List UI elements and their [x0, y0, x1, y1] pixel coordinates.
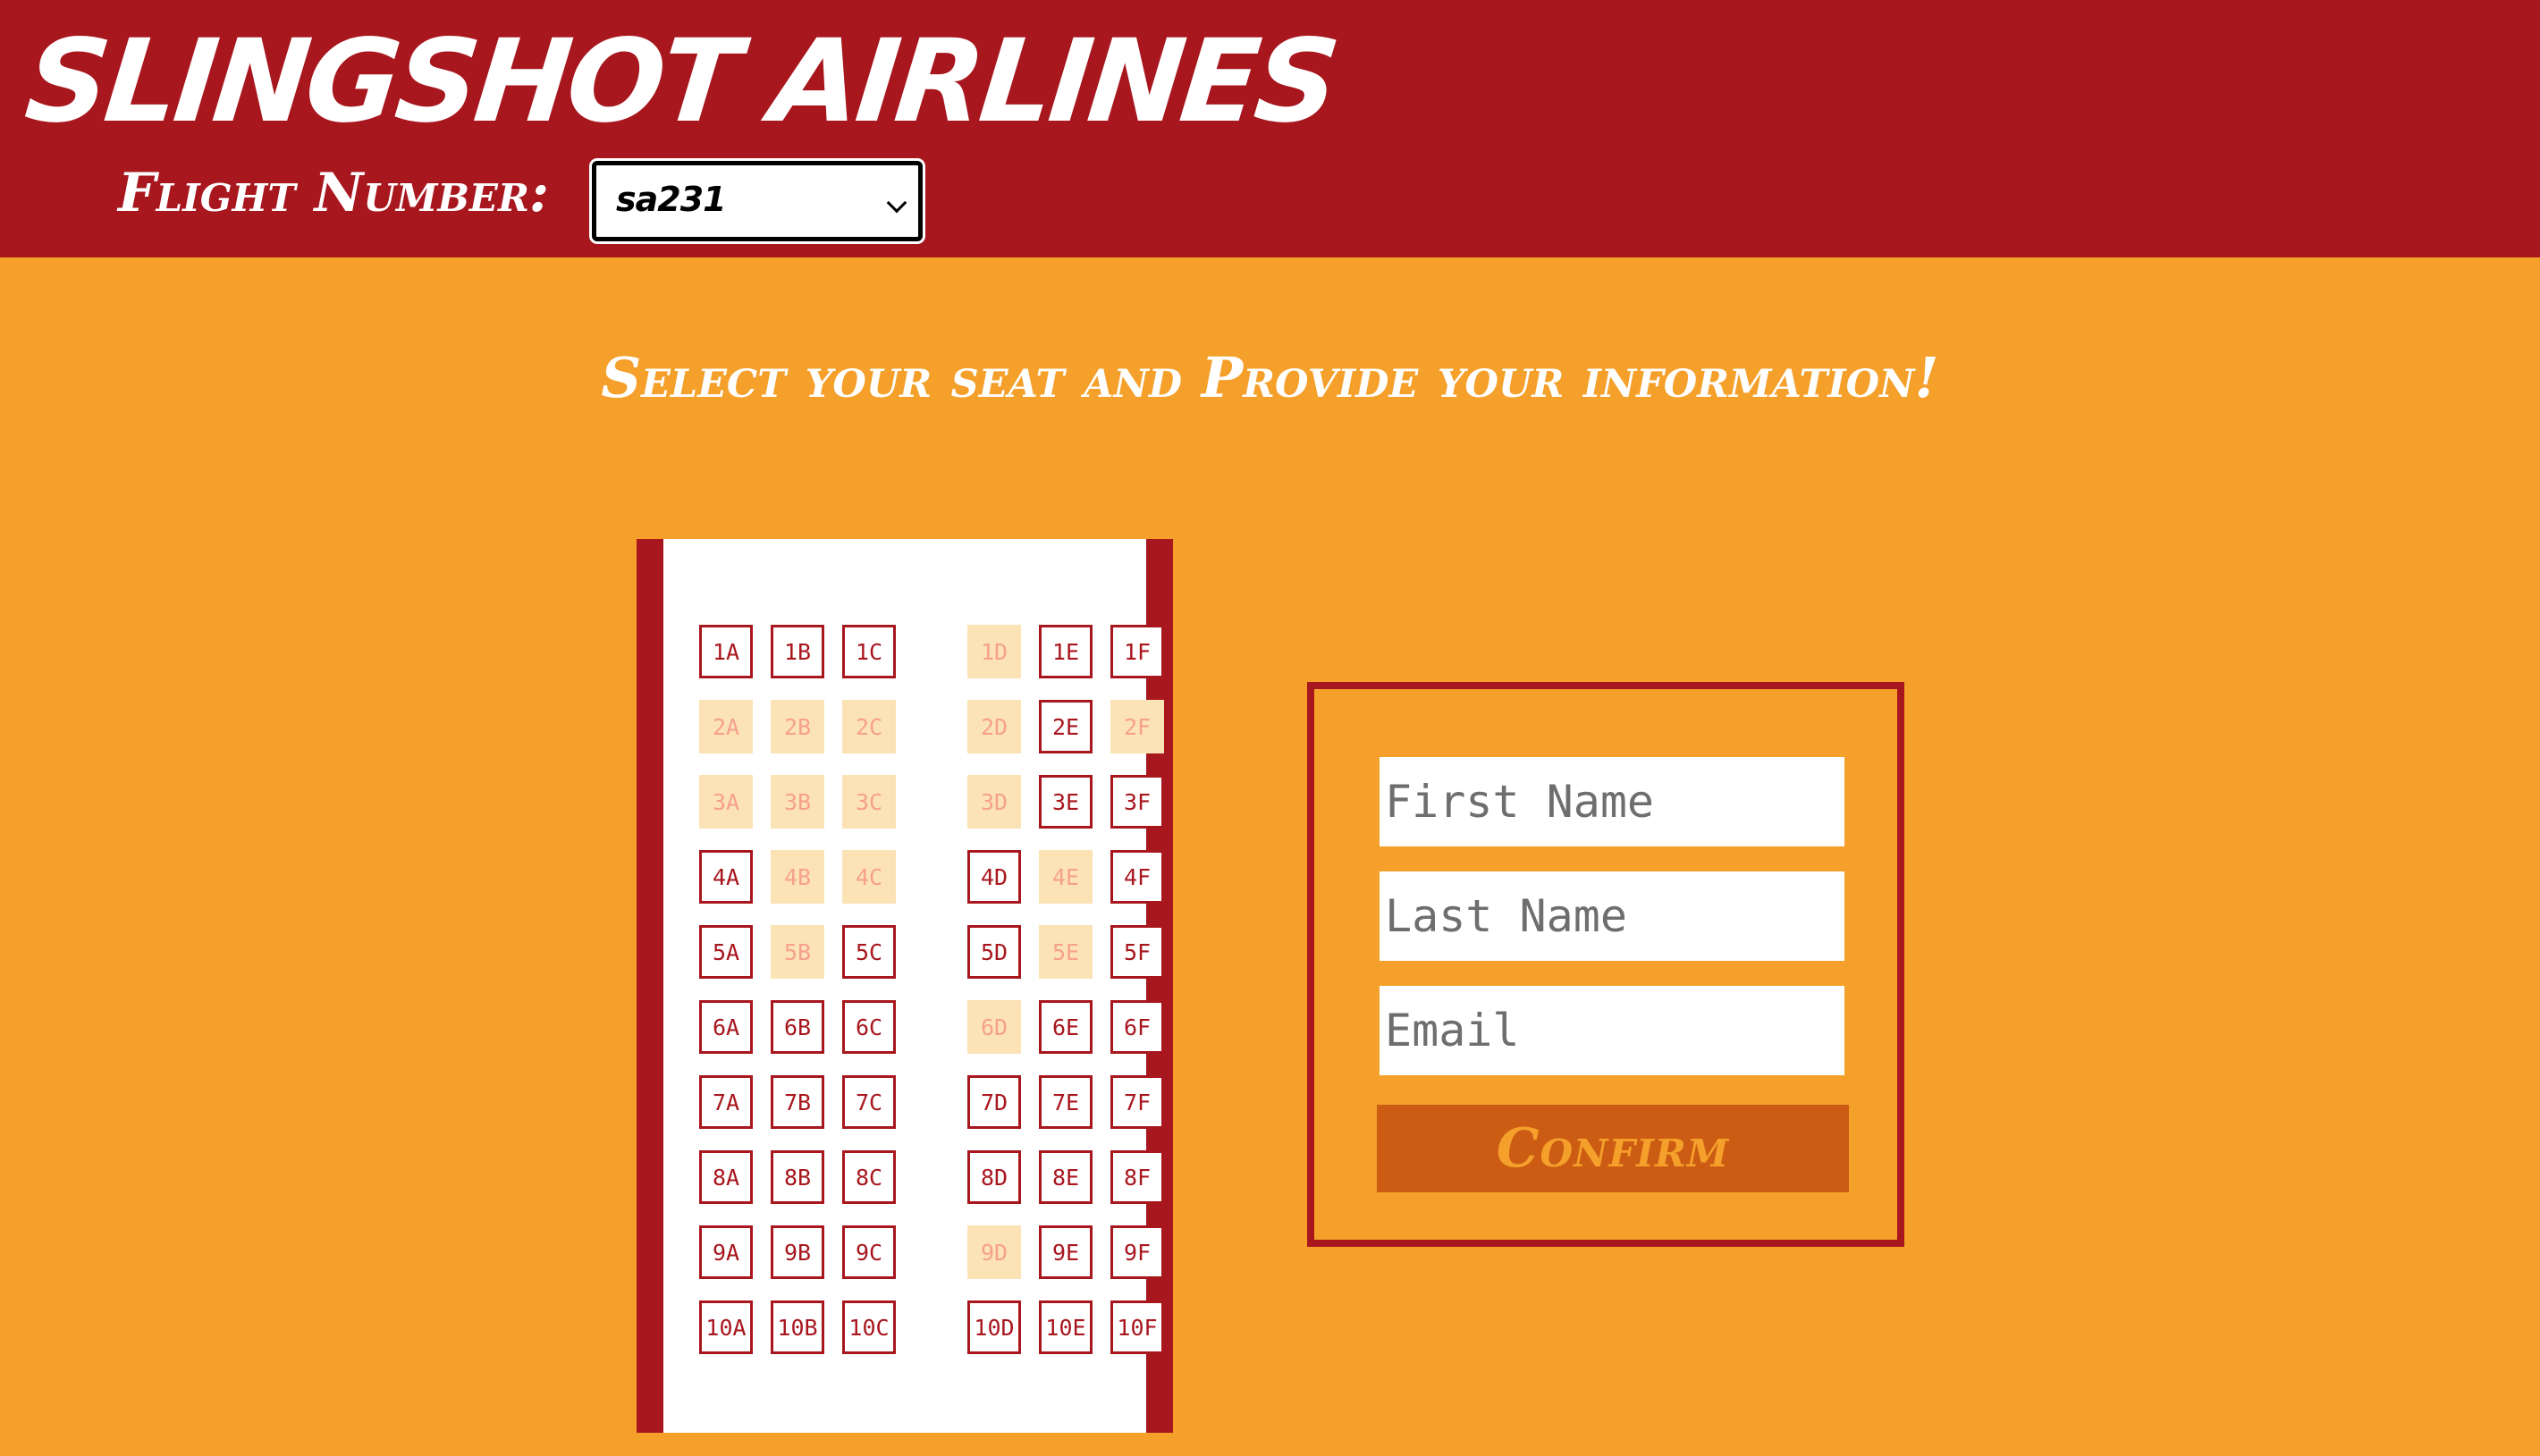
page-subtitle: Select your seat and Provide your inform… [601, 345, 1939, 410]
seat-6c[interactable]: 6C [842, 1000, 896, 1054]
seat-2a: 2A [699, 700, 753, 753]
flight-number-select[interactable]: sa231 [592, 161, 923, 241]
chevron-down-icon [886, 192, 907, 214]
seat-5c[interactable]: 5C [842, 925, 896, 979]
seat-9f[interactable]: 9F [1110, 1225, 1164, 1279]
seat-5d[interactable]: 5D [967, 925, 1021, 979]
seat-10a[interactable]: 10A [699, 1300, 753, 1354]
seat-2c: 2C [842, 700, 896, 753]
seat-3a: 3A [699, 775, 753, 829]
seat-7e[interactable]: 7E [1039, 1075, 1093, 1129]
seat-3e[interactable]: 3E [1039, 775, 1093, 829]
first-name-input[interactable] [1380, 757, 1844, 846]
seat-8b[interactable]: 8B [771, 1150, 824, 1204]
seat-1b[interactable]: 1B [771, 625, 824, 678]
seat-3d: 3D [967, 775, 1021, 829]
seat-2e[interactable]: 2E [1039, 700, 1093, 753]
seat-7f[interactable]: 7F [1110, 1075, 1164, 1129]
seat-10c[interactable]: 10C [842, 1300, 896, 1354]
seat-map: 1A 1B 1C 1D 1E 1F 2A 2B 2C 2D 2E 2F 3A 3B 3C 3D 3E 3F 4A 4B… [637, 539, 1173, 1433]
seat-9a[interactable]: 9A [699, 1225, 753, 1279]
seat-8d[interactable]: 8D [967, 1150, 1021, 1204]
flight-number-value: sa231 [616, 180, 727, 219]
seat-4b: 4B [771, 850, 824, 904]
seat-8e[interactable]: 8E [1039, 1150, 1093, 1204]
brand-title: SLINGSHOT AIRLINES [20, 15, 1342, 148]
seat-1a[interactable]: 1A [699, 625, 753, 678]
seat-7d[interactable]: 7D [967, 1075, 1021, 1129]
seat-8a[interactable]: 8A [699, 1150, 753, 1204]
seat-6e[interactable]: 6E [1039, 1000, 1093, 1054]
email-input[interactable] [1380, 986, 1844, 1075]
header: SLINGSHOT AIRLINES Flight Number: sa231 [0, 0, 2540, 257]
seat-2b: 2B [771, 700, 824, 753]
seat-10d[interactable]: 10D [967, 1300, 1021, 1354]
seat-4f[interactable]: 4F [1110, 850, 1164, 904]
flight-number-label: Flight Number: [118, 162, 549, 224]
seat-10f[interactable]: 10F [1110, 1300, 1164, 1354]
seat-8c[interactable]: 8C [842, 1150, 896, 1204]
seat-3f[interactable]: 3F [1110, 775, 1164, 829]
seat-2f: 2F [1110, 700, 1164, 753]
seat-2d: 2D [967, 700, 1021, 753]
seat-8f[interactable]: 8F [1110, 1150, 1164, 1204]
confirm-button[interactable]: Confirm [1377, 1105, 1849, 1192]
seat-1e[interactable]: 1E [1039, 625, 1093, 678]
seat-7c[interactable]: 7C [842, 1075, 896, 1129]
cabin: 1A 1B 1C 1D 1E 1F 2A 2B 2C 2D 2E 2F 3A 3B 3C 3D 3E 3F 4A 4B… [663, 539, 1164, 1433]
seat-9d: 9D [967, 1225, 1021, 1279]
seat-1f[interactable]: 1F [1110, 625, 1164, 678]
seat-1d: 1D [967, 625, 1021, 678]
last-name-input[interactable] [1380, 871, 1844, 961]
seat-4d[interactable]: 4D [967, 850, 1021, 904]
seat-7a[interactable]: 7A [699, 1075, 753, 1129]
seat-3c: 3C [842, 775, 896, 829]
seat-4e: 4E [1039, 850, 1093, 904]
seat-9c[interactable]: 9C [842, 1225, 896, 1279]
seat-5e: 5E [1039, 925, 1093, 979]
seat-6d: 6D [967, 1000, 1021, 1054]
seat-5f[interactable]: 5F [1110, 925, 1164, 979]
seat-6a[interactable]: 6A [699, 1000, 753, 1054]
seat-9b[interactable]: 9B [771, 1225, 824, 1279]
seat-9e[interactable]: 9E [1039, 1225, 1093, 1279]
seat-6b[interactable]: 6B [771, 1000, 824, 1054]
seat-1c[interactable]: 1C [842, 625, 896, 678]
seat-6f[interactable]: 6F [1110, 1000, 1164, 1054]
seat-4c: 4C [842, 850, 896, 904]
seat-3b: 3B [771, 775, 824, 829]
passenger-form: Confirm [1307, 682, 1904, 1247]
seat-4a[interactable]: 4A [699, 850, 753, 904]
seat-10b[interactable]: 10B [771, 1300, 824, 1354]
seat-7b[interactable]: 7B [771, 1075, 824, 1129]
seat-5b: 5B [771, 925, 824, 979]
seat-10e[interactable]: 10E [1039, 1300, 1093, 1354]
seat-5a[interactable]: 5A [699, 925, 753, 979]
